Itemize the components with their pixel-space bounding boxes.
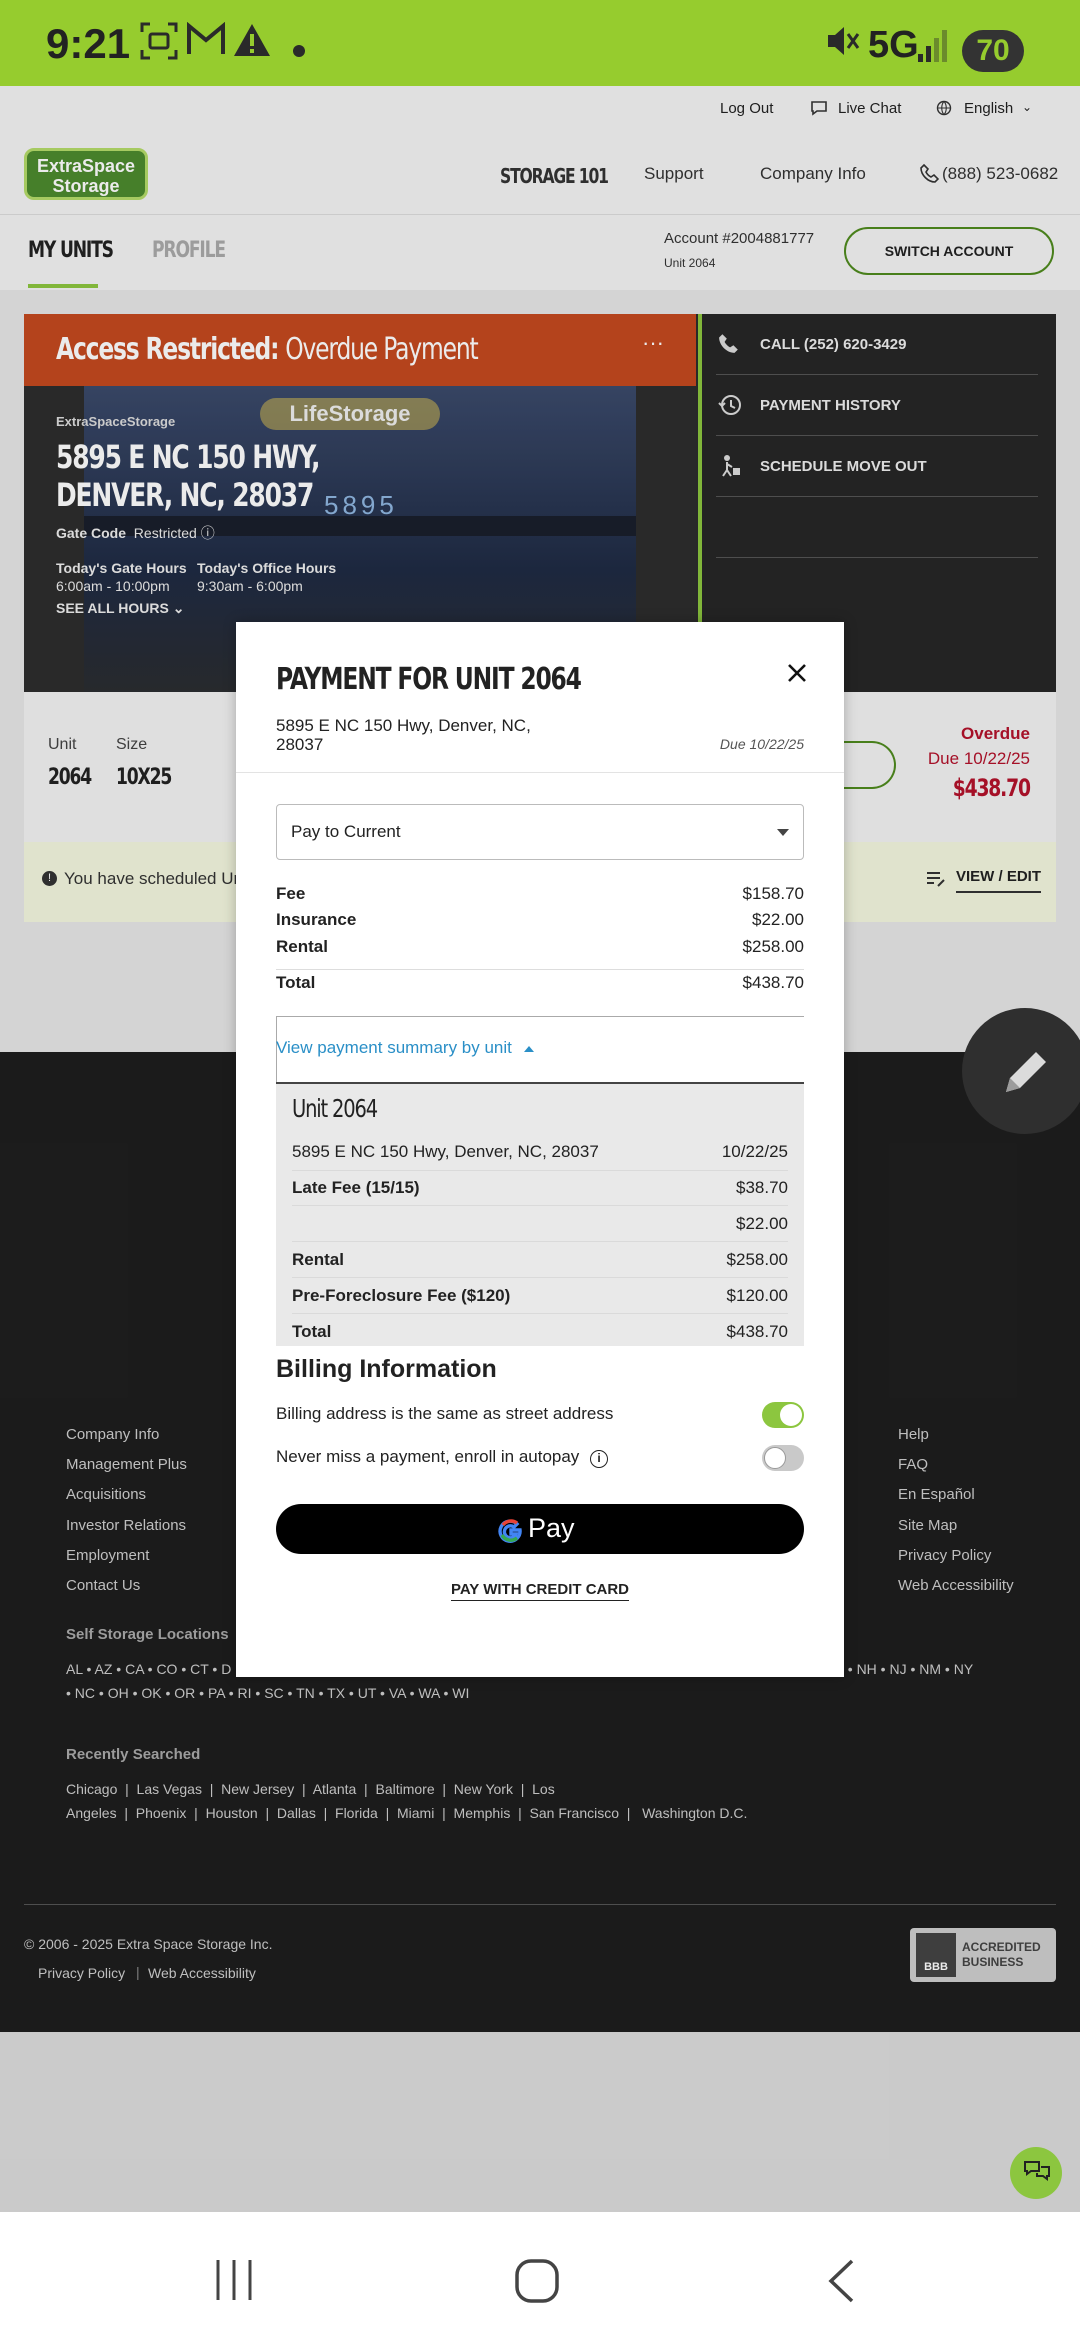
info-icon[interactable]: i: [590, 1450, 609, 1468]
caret-up-icon: [523, 1045, 534, 1052]
select-value: Pay to Current: [291, 822, 401, 841]
recents-icon[interactable]: [214, 2258, 254, 2307]
autopay-label: Never miss a payment, enroll in autopay …: [276, 1447, 609, 1468]
summary-total-row: Total $438.70: [292, 1322, 788, 1341]
modal-address: 5895 E NC 150 Hwy, Denver, NC, 28037: [276, 716, 531, 754]
gpay-label: Pay: [528, 1513, 575, 1543]
payment-option-select[interactable]: Pay to Current: [276, 804, 804, 860]
dot-icon: [293, 45, 305, 57]
summary-row: Pre-Foreclosure Fee ($120) $120.00: [292, 1278, 788, 1314]
payment-modal: PAYMENT FOR UNIT 2064 5895 E NC 150 Hwy,…: [236, 622, 844, 1677]
home-icon[interactable]: [514, 2258, 560, 2309]
billing-same-label: Billing address is the same as street ad…: [276, 1404, 614, 1423]
modal-due-date: Due 10/22/25: [719, 736, 804, 752]
google-g-icon: [498, 1519, 522, 1543]
close-icon[interactable]: [786, 662, 808, 689]
divider: [276, 1016, 804, 1017]
battery-indicator: 70: [962, 30, 1024, 72]
status-time: 9:21: [46, 20, 131, 67]
modal-address-line2: 28037: [276, 735, 324, 754]
divider: [236, 772, 844, 773]
billing-same-toggle[interactable]: [762, 1402, 804, 1428]
summary-unit-title: Unit 2064: [292, 1094, 378, 1123]
summary-row: $22.00: [292, 1206, 788, 1242]
gmail-icon: [186, 21, 226, 65]
modal-address-line1: 5895 E NC 150 Hwy, Denver, NC,: [276, 716, 531, 735]
warning-icon: [232, 22, 272, 67]
summary-row: Late Fee (15/15) $38.70: [292, 1170, 788, 1206]
signal-icon: [918, 26, 950, 69]
modal-title: PAYMENT FOR UNIT 2064: [276, 662, 582, 697]
summary-date: 10/22/25: [721, 1142, 788, 1161]
credit-card-link-wrap: PAY WITH CREDIT CARD: [236, 1581, 844, 1601]
pay-with-credit-card-link[interactable]: PAY WITH CREDIT CARD: [450, 1581, 630, 1601]
divider: [276, 969, 804, 970]
network-type: 5G: [868, 24, 919, 66]
summary-row: Rental $258.00: [292, 1242, 788, 1278]
chat-bubble-button[interactable]: [1010, 2147, 1062, 2199]
screenshot-icon: [140, 22, 178, 69]
dropdown-caret-icon: [777, 829, 789, 836]
summary-toggle-link[interactable]: View payment summary by unit: [276, 1038, 535, 1058]
back-icon[interactable]: [826, 2258, 856, 2309]
google-pay-button[interactable]: Pay: [276, 1504, 804, 1554]
unit-summary-panel: Unit 2064 5895 E NC 150 Hwy, Denver, NC,…: [276, 1084, 804, 1346]
mute-icon: [824, 22, 860, 69]
autopay-toggle[interactable]: [762, 1445, 804, 1471]
summary-address: 5895 E NC 150 Hwy, Denver, NC, 28037: [292, 1142, 599, 1161]
billing-heading: Billing Information: [276, 1355, 497, 1383]
